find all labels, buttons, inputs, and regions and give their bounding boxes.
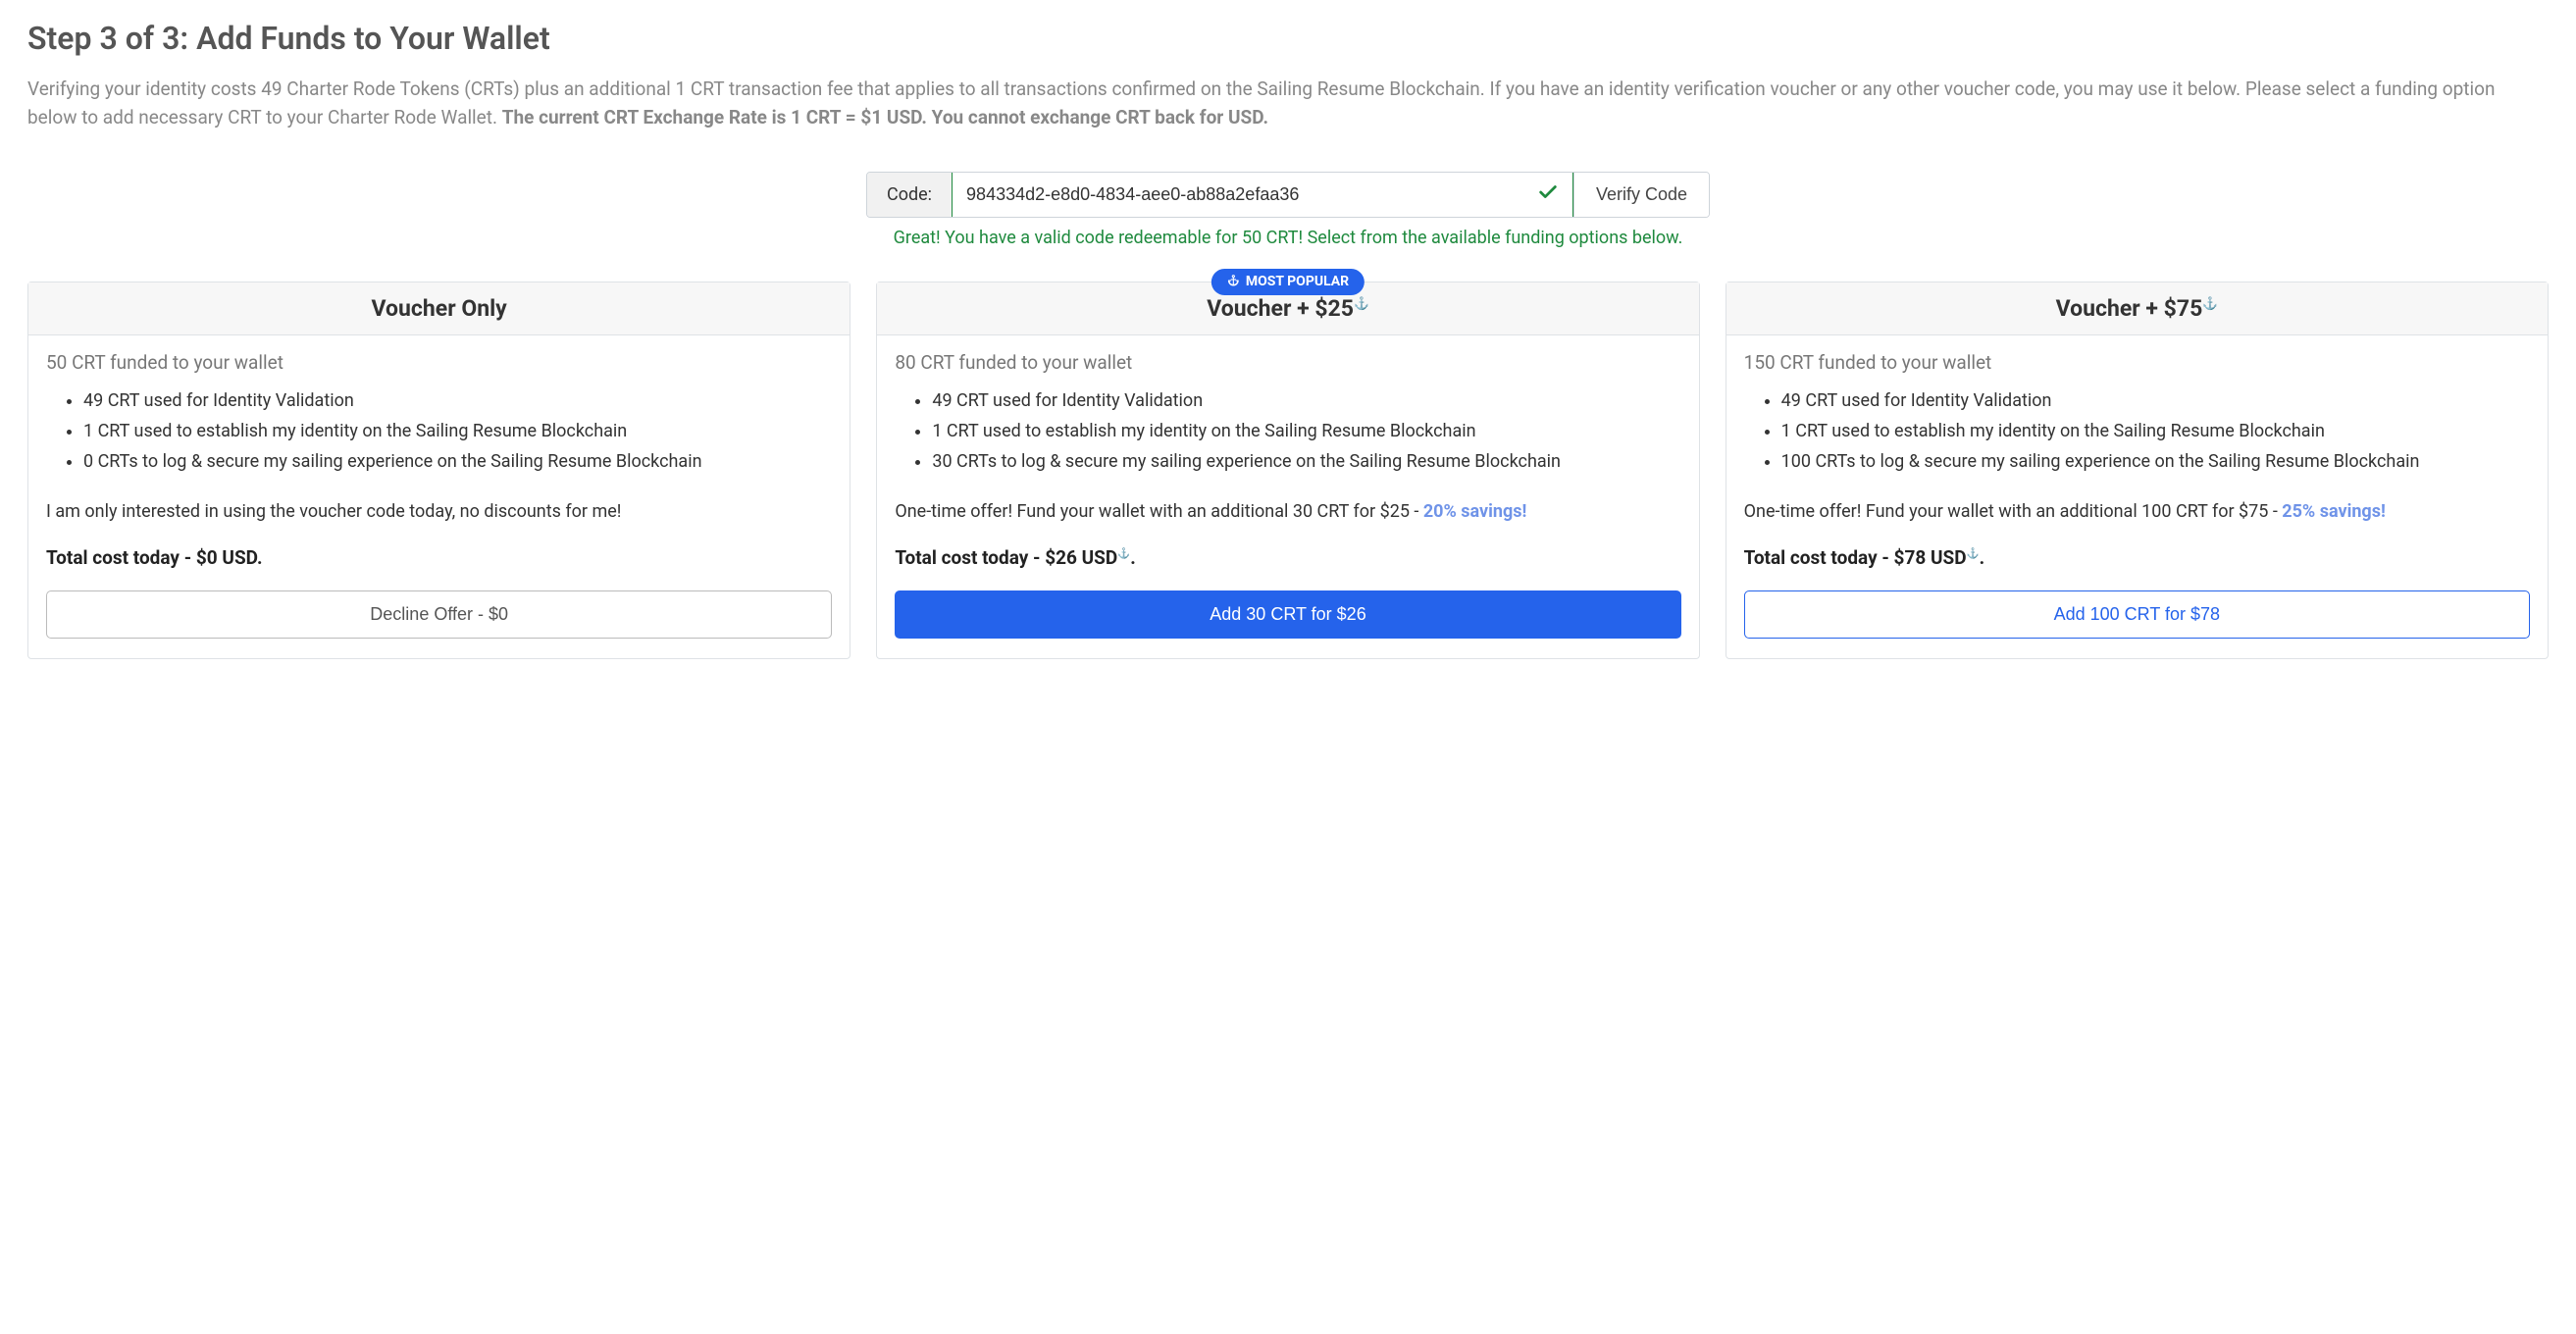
anchor-icon (1227, 274, 1240, 290)
code-input-wrap (952, 172, 1573, 218)
offer-text: One-time offer! Fund your wallet with an… (895, 498, 1680, 525)
intro-bold-2: You cannot exchange CRT back for USD. (932, 106, 1268, 128)
list-item: 30 CRTs to log & secure my sailing exper… (932, 448, 1680, 475)
page-title: Step 3 of 3: Add Funds to Your Wallet (27, 20, 2549, 57)
savings-text: 25% savings! (2282, 501, 2386, 522)
bullet-list: 49 CRT used for Identity Validation 1 CR… (46, 387, 832, 479)
savings-text: 20% savings! (1423, 501, 1527, 522)
total-cost: Total cost today - $26 USD⚓. (895, 546, 1680, 569)
card-voucher-75: Voucher + $75⚓ 150 CRT funded to your wa… (1726, 282, 2549, 659)
list-item: 49 CRT used for Identity Validation (1781, 387, 2530, 414)
code-input-group: Code: Verify Code (866, 172, 1710, 218)
list-item: 0 CRTs to log & secure my sailing experi… (83, 448, 832, 475)
funded-text: 80 CRT funded to your wallet (895, 351, 1680, 374)
period: . (1130, 546, 1136, 569)
card-voucher-25: MOST POPULAR Voucher + $25⚓ 80 CRT funde… (876, 282, 1699, 659)
anchor-icon: ⚓ (2202, 296, 2218, 311)
offer-pre: One-time offer! Fund your wallet with an… (895, 501, 1423, 522)
offer-text: One-time offer! Fund your wallet with an… (1744, 498, 2530, 525)
list-item: 1 CRT used to establish my identity on t… (83, 418, 832, 444)
list-item: 100 CRTs to log & secure my sailing expe… (1781, 448, 2530, 475)
anchor-icon: ⚓ (1117, 547, 1130, 560)
period: . (257, 546, 263, 569)
code-success-message: Great! You have a valid code redeemable … (894, 228, 1683, 248)
funded-text: 50 CRT funded to your wallet (46, 351, 832, 374)
code-input[interactable] (966, 173, 1537, 217)
total-cost: Total cost today - $0 USD. (46, 546, 832, 569)
total-cost: Total cost today - $78 USD⚓. (1744, 546, 2530, 569)
add-100-crt-button[interactable]: Add 100 CRT for $78 (1744, 590, 2530, 639)
card-title-text: Voucher + $25 (1207, 295, 1354, 322)
list-item: 49 CRT used for Identity Validation (83, 387, 832, 414)
period: . (1980, 546, 1985, 569)
offer-text: I am only interested in using the vouche… (46, 498, 832, 525)
card-title-text: Voucher + $75 (2056, 295, 2203, 322)
list-item: 1 CRT used to establish my identity on t… (932, 418, 1680, 444)
anchor-icon: ⚓ (1967, 547, 1980, 560)
intro-bold-1: The current CRT Exchange Rate is 1 CRT =… (502, 106, 927, 128)
pricing-cards: Voucher Only 50 CRT funded to your walle… (27, 282, 2549, 659)
funded-text: 150 CRT funded to your wallet (1744, 351, 2530, 374)
verify-code-button[interactable]: Verify Code (1573, 173, 1709, 217)
intro-text: Verifying your identity costs 49 Charter… (27, 75, 2549, 132)
decline-offer-button[interactable]: Decline Offer - $0 (46, 590, 832, 639)
card-body: 50 CRT funded to your wallet 49 CRT used… (28, 335, 850, 658)
total-pre: Total cost today - $0 USD (46, 546, 257, 569)
offer-pre: I am only interested in using the vouche… (46, 501, 621, 522)
total-pre: Total cost today - $78 USD (1744, 546, 1967, 569)
badge-text: MOST POPULAR (1246, 274, 1349, 289)
anchor-icon: ⚓ (1354, 296, 1369, 311)
card-title-text: Voucher Only (372, 295, 507, 322)
add-30-crt-button[interactable]: Add 30 CRT for $26 (895, 590, 1680, 639)
total-pre: Total cost today - $26 USD (895, 546, 1117, 569)
bullet-list: 49 CRT used for Identity Validation 1 CR… (895, 387, 1680, 479)
list-item: 1 CRT used to establish my identity on t… (1781, 418, 2530, 444)
card-body: 150 CRT funded to your wallet 49 CRT use… (1726, 335, 2548, 658)
card-body: 80 CRT funded to your wallet 49 CRT used… (877, 335, 1698, 658)
code-section: Code: Verify Code Great! You have a vali… (27, 172, 2549, 248)
list-item: 49 CRT used for Identity Validation (932, 387, 1680, 414)
bullet-list: 49 CRT used for Identity Validation 1 CR… (1744, 387, 2530, 479)
check-icon (1537, 181, 1559, 207)
code-label: Code: (867, 173, 953, 217)
card-title: Voucher + $75⚓ (1726, 282, 2548, 335)
offer-pre: One-time offer! Fund your wallet with an… (1744, 501, 2283, 522)
card-voucher-only: Voucher Only 50 CRT funded to your walle… (27, 282, 850, 659)
most-popular-badge: MOST POPULAR (1211, 269, 1365, 295)
card-title: Voucher Only (28, 282, 850, 335)
